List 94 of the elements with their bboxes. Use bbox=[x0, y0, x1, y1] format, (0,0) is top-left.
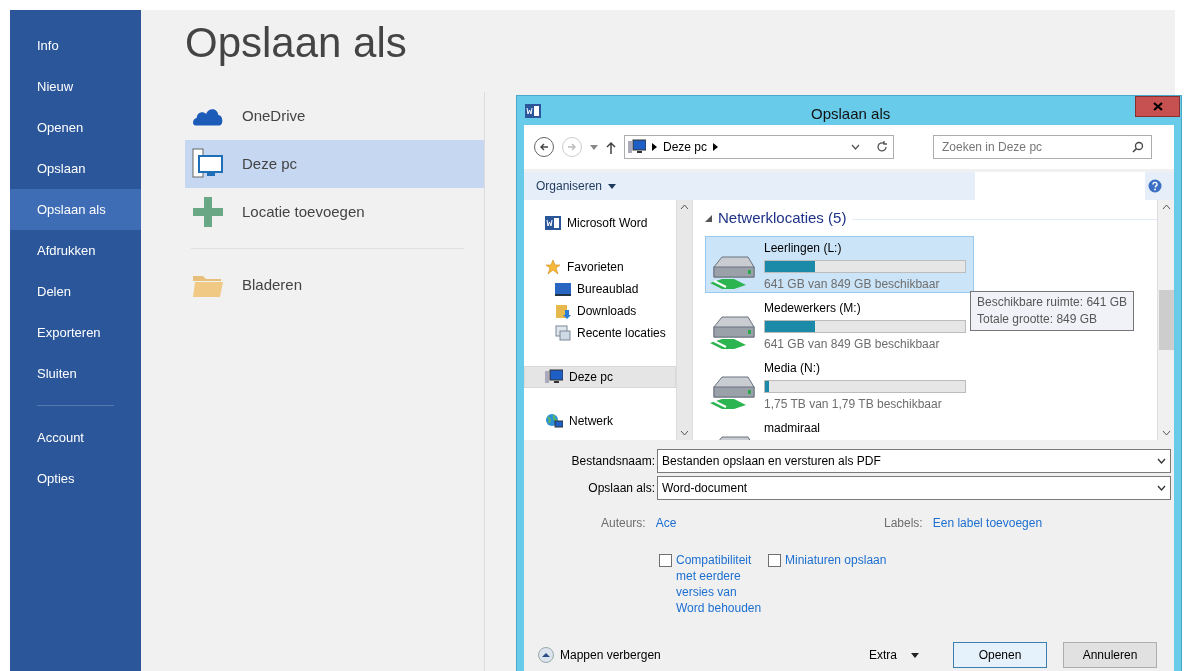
help-icon[interactable] bbox=[1148, 179, 1162, 193]
chevron-down-icon bbox=[1157, 458, 1166, 464]
sidebar-item[interactable]: Sluiten bbox=[10, 353, 141, 394]
computer-icon bbox=[192, 148, 224, 180]
drive-free-space: 641 GB van 849 GB beschikbaar bbox=[764, 335, 941, 353]
folder-icon bbox=[192, 273, 224, 297]
sidebar-item[interactable]: Openen bbox=[10, 107, 141, 148]
caret-icon bbox=[911, 652, 919, 658]
breadcrumb-segment[interactable]: Deze pc bbox=[663, 138, 708, 156]
search-field[interactable]: Zoeken in Deze pc bbox=[933, 135, 1152, 159]
page-title: Opslaan als bbox=[185, 22, 407, 68]
collapse-circle-icon bbox=[538, 647, 554, 663]
nav-item[interactable]: Bureaublad bbox=[524, 278, 676, 300]
scroll-up-icon bbox=[1161, 204, 1171, 210]
collapse-triangle-icon[interactable] bbox=[705, 214, 712, 222]
scroll-thumb[interactable] bbox=[1158, 290, 1174, 350]
field-label: Bestandsnaam: bbox=[570, 453, 656, 470]
location-item[interactable]: OneDrive bbox=[185, 92, 484, 140]
word-icon bbox=[545, 215, 561, 231]
dropdown-caret-icon bbox=[590, 144, 598, 150]
tooltip-line: Totale grootte: 849 GB bbox=[977, 311, 1099, 328]
chevron-down-icon[interactable] bbox=[851, 144, 860, 150]
computer-icon bbox=[628, 139, 646, 155]
drive-name: Leerlingen (L:) bbox=[764, 239, 843, 257]
nav-item[interactable]: Recente locaties bbox=[524, 322, 676, 344]
sidebar-item[interactable]: Opslaan bbox=[10, 148, 141, 189]
word-icon bbox=[525, 102, 541, 119]
sidebar-item[interactable]: Info bbox=[10, 25, 141, 66]
computer-icon bbox=[545, 369, 563, 385]
tools-button[interactable]: Extra bbox=[869, 646, 919, 664]
nav-item[interactable]: Netwerk bbox=[524, 410, 676, 432]
combo-box[interactable]: Bestanden opslaan en versturen als PDF bbox=[657, 449, 1171, 473]
drive-tile[interactable]: Media (N:) 1,75 TB van 1,79 TB beschikbaar bbox=[705, 355, 974, 413]
search-icon bbox=[1132, 141, 1144, 153]
dialog-button[interactable]: Openen bbox=[953, 642, 1047, 668]
nav-item[interactable]: Deze pc bbox=[524, 366, 676, 388]
scrollbar[interactable] bbox=[676, 200, 693, 440]
desktop-icon bbox=[555, 282, 571, 296]
checkbox[interactable] bbox=[768, 554, 781, 567]
meta-label: Labels: bbox=[884, 515, 923, 532]
drive-free-space: 1,75 TB van 1,79 TB beschikbaar bbox=[764, 395, 943, 413]
drive-name: madmiraal bbox=[764, 419, 820, 437]
location-item[interactable]: Bladeren bbox=[185, 261, 484, 309]
scrollbar[interactable] bbox=[1157, 200, 1174, 440]
sidebar-item[interactable]: Afdrukken bbox=[10, 230, 141, 271]
close-icon bbox=[1152, 102, 1163, 111]
up-arrow-icon[interactable] bbox=[606, 140, 616, 154]
option-label[interactable]: Miniaturen opslaan bbox=[785, 552, 887, 568]
sidebar-item[interactable]: Nieuw bbox=[10, 66, 141, 107]
folder-download-icon bbox=[555, 303, 571, 319]
scroll-down-icon bbox=[1161, 430, 1171, 436]
nav-item[interactable]: Favorieten bbox=[524, 256, 676, 278]
location-item[interactable]: Deze pc bbox=[185, 140, 484, 188]
refresh-icon[interactable] bbox=[876, 141, 888, 153]
drive-free-space: 641 GB van 849 GB beschikbaar bbox=[764, 275, 941, 293]
sidebar-item[interactable]: Account bbox=[10, 417, 141, 458]
option-label[interactable]: Compatibiliteit met eerdere versies van Word behouden bbox=[676, 552, 768, 616]
sidebar-item[interactable]: Opties bbox=[10, 458, 141, 499]
breadcrumb-arrow-icon bbox=[713, 143, 719, 151]
sidebar-item[interactable]: Exporteren bbox=[10, 312, 141, 353]
meta-link[interactable]: Een label toevoegen bbox=[932, 514, 1043, 532]
address-bar[interactable]: Deze pc bbox=[624, 135, 894, 159]
dialog-button[interactable]: Annuleren bbox=[1063, 642, 1157, 668]
organize-button[interactable]: Organiseren bbox=[536, 177, 617, 195]
drive-tile[interactable]: Medewerkers (M:) 641 GB van 849 GB beschikbaar bbox=[705, 295, 974, 353]
forward-arrow-icon bbox=[567, 142, 577, 152]
nav-item[interactable]: Downloads bbox=[524, 300, 676, 322]
recent-places-icon bbox=[555, 325, 571, 341]
network-globe-icon bbox=[545, 413, 563, 429]
field-label: Opslaan als: bbox=[587, 480, 656, 497]
hide-folders-button[interactable]: Mappen verbergen bbox=[538, 646, 661, 664]
drive-tile[interactable]: Leerlingen (L:) 641 GB van 849 GB beschikbaar bbox=[705, 235, 974, 293]
chevron-down-icon bbox=[1157, 485, 1166, 491]
group-heading: Netwerklocaties (5) bbox=[718, 208, 847, 228]
combo-box[interactable]: Word-document bbox=[657, 476, 1171, 500]
sidebar-item[interactable]: Delen bbox=[10, 271, 141, 312]
meta-link[interactable]: Ace bbox=[655, 514, 677, 532]
nav-item[interactable]: Microsoft Word bbox=[524, 212, 676, 234]
drive-name: Media (N:) bbox=[764, 359, 821, 377]
tooltip-line: Beschikbare ruimte: 641 GB bbox=[977, 294, 1128, 311]
close-button[interactable] bbox=[1135, 96, 1180, 117]
scroll-up-icon bbox=[680, 204, 689, 210]
dialog-title: Opslaan als bbox=[811, 104, 891, 124]
back-arrow-icon bbox=[539, 142, 549, 152]
star-icon bbox=[545, 259, 561, 275]
plus-icon bbox=[193, 197, 223, 227]
scroll-down-icon bbox=[680, 430, 689, 436]
breadcrumb-arrow-icon bbox=[652, 143, 657, 151]
meta-label: Auteurs: bbox=[601, 515, 646, 532]
location-item[interactable]: Locatie toevoegen bbox=[185, 188, 484, 236]
sidebar-item[interactable]: Opslaan als bbox=[10, 189, 141, 230]
drive-name: Medewerkers (M:) bbox=[764, 299, 862, 317]
checkbox[interactable] bbox=[659, 554, 672, 567]
caret-icon bbox=[608, 183, 617, 189]
